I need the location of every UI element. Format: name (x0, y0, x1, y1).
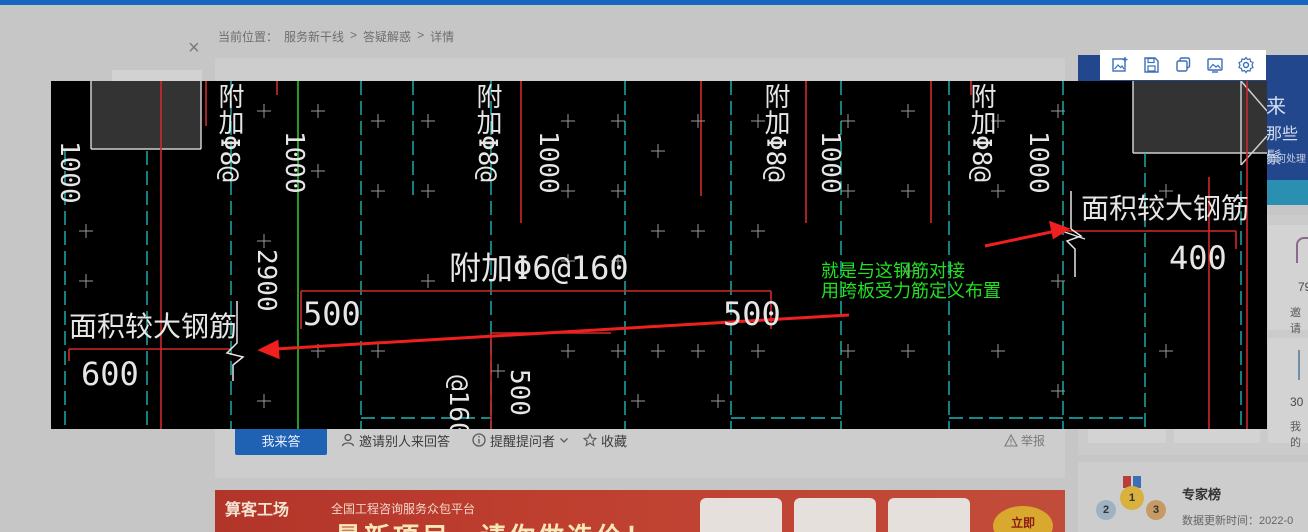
cad-block (91, 81, 201, 149)
cad-left-value: 600 (81, 355, 139, 393)
cad-bottom-label: 500 (504, 369, 534, 416)
answer-button[interactable]: 我来答 (235, 425, 327, 455)
stat-mine-value: 30 (1290, 395, 1304, 409)
cad-dimension-500-right: 500 (723, 295, 781, 333)
banner-logo: 算客工场 (225, 502, 290, 519)
annotation-line-2: 用跨板受力筋定义布置 (821, 281, 1001, 302)
ad-strip (1265, 180, 1308, 205)
folder-tile-icon (700, 498, 782, 532)
cad-top-label: 1000 (533, 131, 563, 194)
annotation-line-1: 就是与这钢筋对接 (821, 261, 965, 282)
breadcrumb-separator: > (350, 28, 358, 42)
expert-update-time: 数据更新时间：2022-0 (1182, 515, 1294, 527)
medal-first: 1 (1120, 486, 1144, 510)
money-tile-icon (794, 498, 876, 532)
report-label: 举报 (1020, 433, 1045, 448)
save-icon (1144, 57, 1160, 73)
remind-asker-label: 提醒提问者 (490, 433, 556, 449)
warning-icon (1004, 433, 1018, 447)
remind-asker-dropdown[interactable]: 提醒提问者 (472, 431, 569, 450)
banner-cta-button[interactable]: 立即 (993, 506, 1053, 532)
breadcrumb-item-detail: 详情 (430, 30, 455, 44)
crop-image-icon (1112, 57, 1128, 72)
cad-center-label: 附加Φ6@160 (449, 249, 629, 287)
cad-right-value: 400 (1169, 239, 1227, 277)
view-image-button[interactable] (1202, 52, 1228, 78)
banner-subtitle: 全国工程咨询服务众包平台 (331, 502, 476, 516)
crop-image-button[interactable] (1107, 52, 1133, 78)
star-icon (583, 433, 598, 447)
cad-dimension-500-left: 500 (303, 295, 361, 333)
collect-button[interactable]: 收藏 (583, 431, 627, 450)
cad-top-label: 1000 (279, 131, 309, 194)
stat-invite-label: 邀请 (1290, 307, 1301, 335)
cad-top-label: 附加Φ8@ (214, 83, 244, 182)
save-image-button[interactable] (1138, 52, 1164, 78)
copy-image-button[interactable] (1170, 52, 1196, 78)
cad-top-label: 附加Φ8@ (472, 83, 502, 182)
breadcrumb-item-qa[interactable]: 答疑解惑 (363, 28, 411, 45)
cad-left-note: 面积较大钢筋 (69, 310, 238, 343)
medal-second: 2 (1096, 500, 1116, 520)
banner-tiles (700, 498, 970, 532)
stat-mine-label: 我的 (1290, 421, 1301, 449)
cad-top-label: 1000 (54, 141, 84, 204)
info-icon (472, 433, 486, 447)
cad-outlines (90, 81, 1267, 166)
viewer-close-icon[interactable]: × (188, 38, 200, 58)
cad-drawing-image: 附加Φ8@ 1000 1000 附加Φ8@ 1000 附加Φ8@ 1000 附加… (51, 81, 1267, 429)
cad-top-label: 附加Φ8@ (760, 83, 790, 182)
expert-ranking-title: 专家榜 (1182, 487, 1222, 502)
cad-bottom-label: @160 (443, 375, 473, 429)
invite-answer-label: 邀请别人来回答 (359, 433, 451, 449)
ad-line-1: 来 (1266, 96, 1286, 118)
cad-top-label: 附加Φ8@ (966, 83, 996, 182)
settings-icon (1238, 56, 1254, 74)
breadcrumb: 当前位置： 服务新干线 > 答疑解惑 > 详情 (218, 28, 454, 45)
person-tile-icon (888, 498, 970, 532)
chevron-down-icon (560, 438, 568, 443)
report-button[interactable]: 举报 (1004, 432, 1045, 449)
image-icon (1206, 58, 1223, 73)
stack-icon (1298, 350, 1308, 380)
copy-icon (1176, 57, 1191, 72)
cad-top-label: 1000 (815, 131, 845, 194)
viewer-settings-button[interactable] (1233, 52, 1259, 78)
cad-dimension-2900: 2900 (251, 249, 281, 312)
promo-banner[interactable]: 算客工场 全国工程咨询服务众包平台 最新项目，请你做造价！ 立即 (215, 490, 1065, 532)
collect-label: 收藏 (601, 433, 628, 449)
cad-top-label: 1000 (1023, 131, 1053, 194)
ad-line-3: 如何处理 (1266, 154, 1306, 165)
invite-answer-link[interactable]: 邀请别人来回答 (341, 431, 450, 450)
person-icon (341, 433, 355, 447)
breadcrumb-item-service[interactable]: 服务新干线 (284, 28, 344, 45)
medals-icon: 2 1 3 (1092, 476, 1168, 526)
question-action-row: 我来答 邀请别人来回答 提醒提问者 收藏 举报 (235, 425, 1065, 455)
invite-person-icon (1296, 237, 1308, 263)
cad-right-note: 面积较大钢筋 (1081, 192, 1250, 225)
image-viewer-toolbar (1100, 50, 1266, 80)
breadcrumb-prefix: 当前位置： (218, 30, 279, 44)
breadcrumb-separator: > (417, 28, 425, 42)
stat-invite-value: 79 (1298, 280, 1308, 294)
medal-third: 3 (1146, 500, 1166, 520)
banner-headline: 最新项目，请你做造价！ (335, 517, 654, 532)
